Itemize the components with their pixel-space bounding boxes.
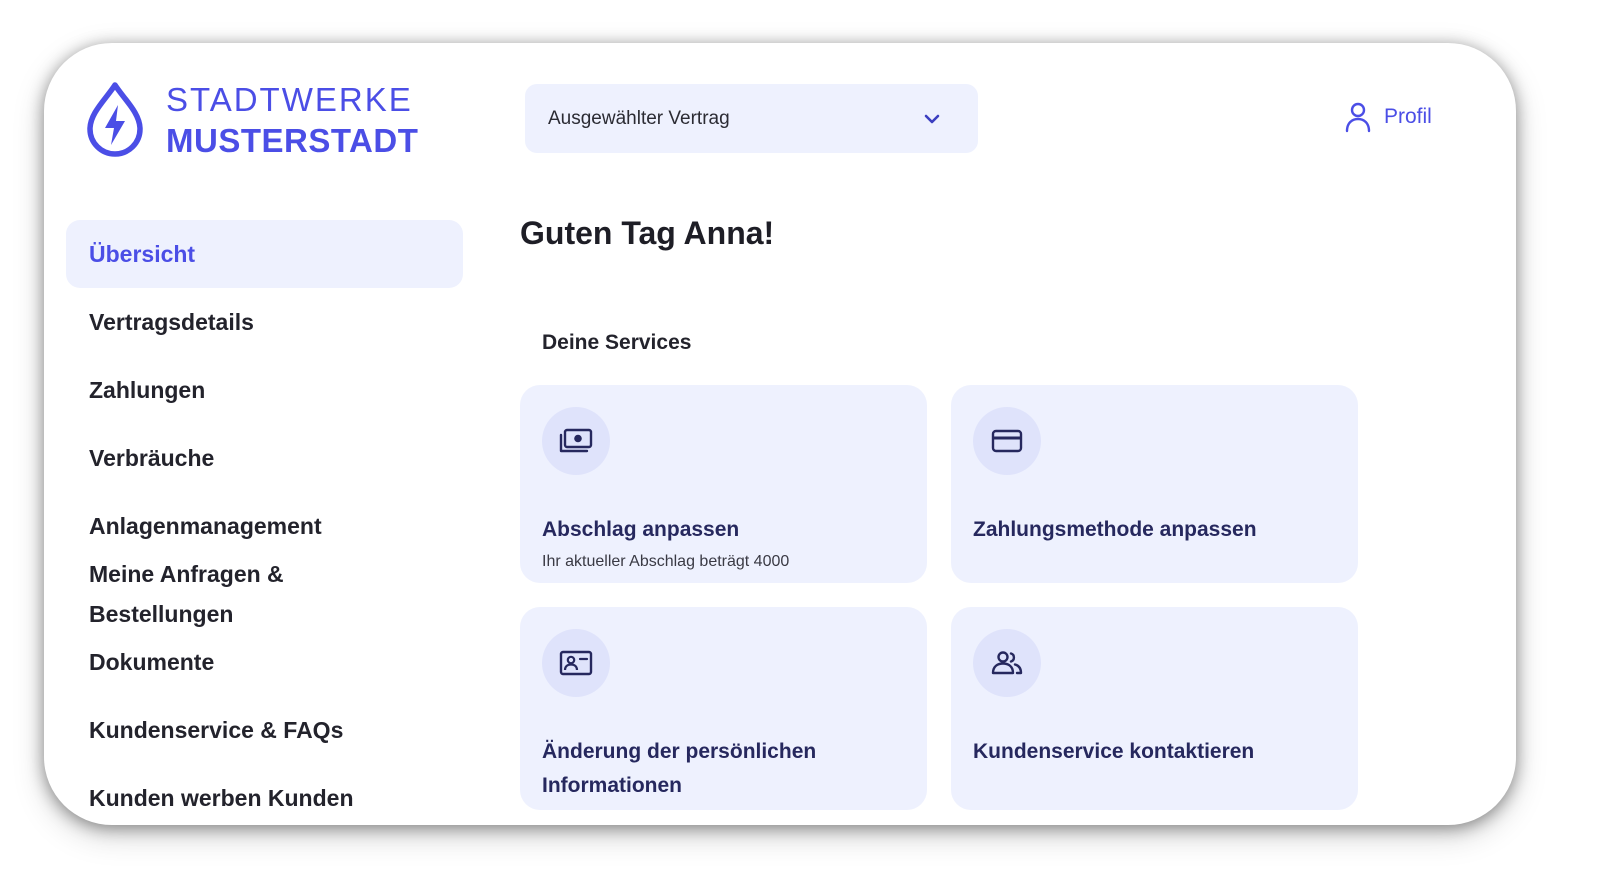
money-bill-icon bbox=[559, 428, 593, 453]
sidebar-item-zahlungen[interactable]: Zahlungen bbox=[66, 356, 463, 424]
service-card-kundenservice[interactable]: Kundenservice kontaktieren bbox=[951, 607, 1358, 810]
id-card-icon bbox=[559, 650, 593, 676]
sidebar-item-label: Meine Anfragen & Bestellungen bbox=[89, 561, 284, 627]
card-subtitle: Ihr aktueller Abschlag beträgt 4000 bbox=[542, 553, 790, 570]
card-icon-circle bbox=[973, 629, 1041, 697]
brand-name-line1: STADTWERKE bbox=[166, 81, 413, 118]
app-frame: STADTWERKE MUSTERSTADT Ausgewählter Vert… bbox=[44, 43, 1516, 825]
card-title: Kundenservice kontaktieren bbox=[973, 740, 1255, 763]
sidebar-item-anfragen-bestellungen[interactable]: Meine Anfragen & Bestellungen bbox=[66, 554, 463, 634]
service-card-persoenliche-informationen[interactable]: Änderung der persönlichen Informationen bbox=[520, 607, 927, 810]
card-icon-circle bbox=[973, 407, 1041, 475]
chevron-down-icon bbox=[924, 114, 940, 123]
sidebar-item-verbraeuche[interactable]: Verbräuche bbox=[66, 424, 463, 492]
profile-label: Profil bbox=[1384, 105, 1432, 128]
profile-link[interactable]: Profil bbox=[1344, 101, 1432, 133]
users-icon bbox=[991, 651, 1023, 675]
sidebar-item-vertragsdetails[interactable]: Vertragsdetails bbox=[66, 288, 463, 356]
water-drop-lightning-icon bbox=[87, 82, 143, 157]
sidebar-item-kunden-werben-kunden[interactable]: Kunden werben Kunden bbox=[66, 764, 463, 825]
brand-name-line2: MUSTERSTADT bbox=[166, 122, 419, 159]
service-card-abschlag[interactable]: Abschlag anpassen Ihr aktueller Abschlag… bbox=[520, 385, 927, 583]
page-title: Guten Tag Anna! bbox=[520, 215, 775, 251]
user-icon bbox=[1345, 102, 1371, 133]
card-icon-circle bbox=[542, 407, 610, 475]
service-card-zahlungsmethode[interactable]: Zahlungsmethode anpassen bbox=[951, 385, 1358, 583]
contract-select-value: Ausgewählter Vertrag bbox=[548, 107, 730, 129]
brand-logo[interactable]: STADTWERKE MUSTERSTADT bbox=[84, 79, 418, 161]
sidebar-nav: Übersicht Vertragsdetails Zahlungen Verb… bbox=[66, 220, 463, 825]
services-heading: Deine Services bbox=[542, 331, 692, 354]
sidebar-item-uebersicht[interactable]: Übersicht bbox=[66, 220, 463, 288]
card-title: Abschlag anpassen bbox=[542, 518, 740, 541]
contract-select[interactable]: Ausgewählter Vertrag bbox=[525, 84, 978, 153]
card-title: Änderung der persönlichen Informationen bbox=[542, 740, 817, 797]
sidebar-item-dokumente[interactable]: Dokumente bbox=[66, 628, 463, 696]
card-title: Zahlungsmethode anpassen bbox=[973, 518, 1257, 541]
credit-card-icon bbox=[991, 429, 1023, 453]
card-icon-circle bbox=[542, 629, 610, 697]
sidebar-item-anlagenmanagement[interactable]: Anlagenmanagement bbox=[66, 492, 463, 560]
sidebar-item-kundenservice-faqs[interactable]: Kundenservice & FAQs bbox=[66, 696, 463, 764]
